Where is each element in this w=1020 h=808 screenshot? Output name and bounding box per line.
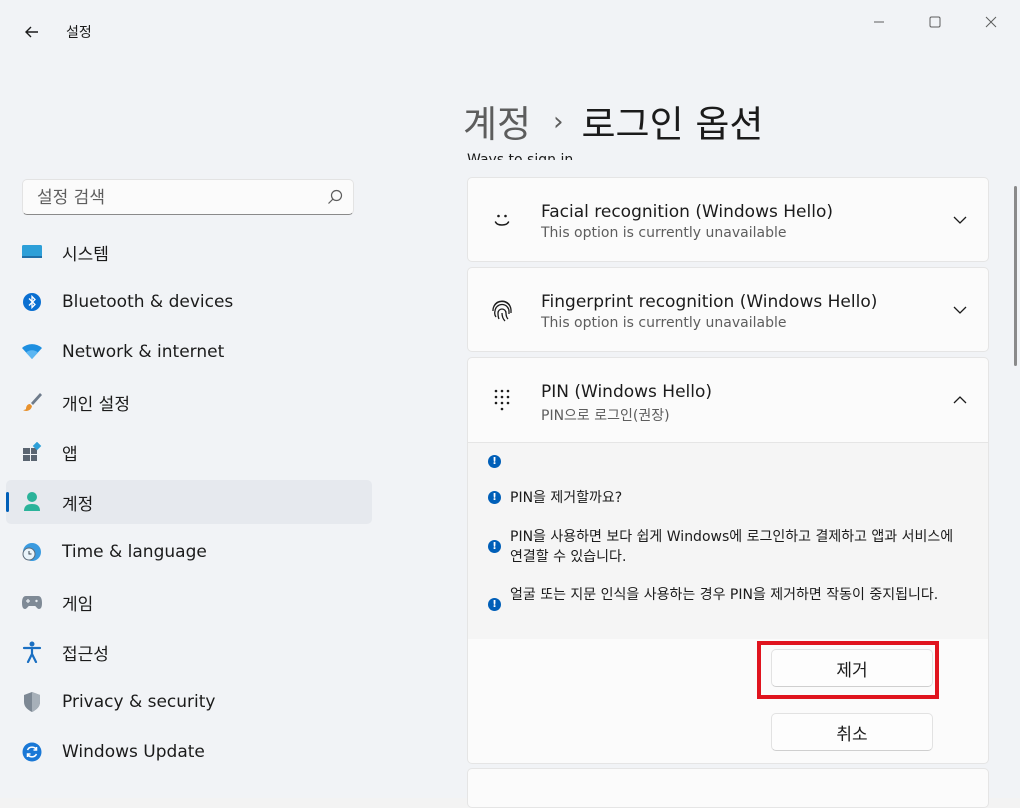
maximize-button[interactable] <box>912 8 958 36</box>
back-button[interactable] <box>18 18 46 46</box>
minimize-icon <box>874 21 884 23</box>
info-icon: ! <box>488 455 501 468</box>
card-subtitle: This option is currently unavailable <box>541 225 787 241</box>
search-box <box>22 179 354 216</box>
sidebar-item-network[interactable]: Network & internet <box>6 330 372 374</box>
active-indicator <box>6 492 9 512</box>
settings-window: 설정 시스템 Bluetooth & devices <box>0 0 1020 808</box>
back-arrow-icon <box>25 26 38 38</box>
info-line: ! <box>488 452 960 468</box>
update-icon <box>20 740 44 764</box>
info-text: 얼굴 또는 지문 인식을 사용하는 경우 PIN을 제거하면 작동이 중지됩니다… <box>510 587 939 603</box>
next-sign-in-card[interactable] <box>467 768 989 808</box>
remove-button[interactable]: 제거 <box>771 649 933 687</box>
card-title: Facial recognition (Windows Hello) <box>541 202 833 222</box>
apps-icon <box>20 440 44 464</box>
close-icon <box>985 16 997 28</box>
chevron-up-icon[interactable] <box>952 392 968 408</box>
fingerprint-icon <box>488 296 516 324</box>
sidebar-item-apps[interactable]: 앱 <box>6 430 372 474</box>
section-heading: Ways to sign in <box>467 152 574 160</box>
card-header[interactable]: Fingerprint recognition (Windows Hello) … <box>468 268 988 352</box>
sidebar-item-label: 접근성 <box>62 644 109 665</box>
sidebar-item-label: Time & language <box>62 542 207 562</box>
title-bar: 설정 <box>0 0 1020 64</box>
face-icon <box>488 206 516 234</box>
minimize-button[interactable] <box>856 8 902 36</box>
pin-card: PIN (Windows Hello) PIN으로 로그인(권장) ! ! PI… <box>467 357 989 764</box>
sidebar-item-label: 앱 <box>62 444 78 465</box>
globe-clock-icon <box>20 540 44 564</box>
sidebar-item-personalization[interactable]: 개인 설정 <box>6 380 372 424</box>
fingerprint-recognition-card[interactable]: Fingerprint recognition (Windows Hello) … <box>467 267 989 352</box>
scrollbar[interactable] <box>1014 186 1017 366</box>
close-button[interactable] <box>968 8 1014 36</box>
info-line: ! 얼굴 또는 지문 인식을 사용하는 경우 PIN을 제거하면 작동이 중지됩… <box>488 585 960 611</box>
gamepad-icon <box>20 590 44 614</box>
breadcrumb: 계정 › 로그인 옵션 <box>463 96 763 146</box>
page-title: 로그인 옵션 <box>581 103 764 146</box>
card-header[interactable]: PIN (Windows Hello) PIN으로 로그인(권장) <box>468 358 988 442</box>
account-icon <box>20 490 44 514</box>
sidebar-nav: 시스템 Bluetooth & devices Network & intern… <box>6 230 372 780</box>
chevron-down-icon[interactable] <box>952 302 968 318</box>
maximize-icon <box>929 16 941 28</box>
search-icon[interactable] <box>327 189 343 205</box>
breadcrumb-separator: › <box>553 107 564 137</box>
sidebar-item-label: 시스템 <box>62 244 109 265</box>
card-title: Fingerprint recognition (Windows Hello) <box>541 292 878 312</box>
sidebar-item-label: Privacy & security <box>62 692 216 712</box>
card-subtitle: This option is currently unavailable <box>541 315 787 331</box>
facial-recognition-card[interactable]: Facial recognition (Windows Hello) This … <box>467 177 989 262</box>
card-subtitle: PIN으로 로그인(권장) <box>541 408 670 424</box>
sidebar-item-accessibility[interactable]: 접근성 <box>6 630 372 674</box>
paintbrush-icon <box>20 390 44 414</box>
breadcrumb-parent[interactable]: 계정 <box>463 94 531 148</box>
sidebar-item-accounts[interactable]: 계정 <box>6 480 372 524</box>
info-icon: ! <box>488 491 501 504</box>
app-title: 설정 <box>66 25 92 41</box>
sidebar-item-label: Bluetooth & devices <box>62 292 234 312</box>
info-icon: ! <box>488 598 501 611</box>
sidebar-item-gaming[interactable]: 게임 <box>6 580 372 624</box>
sidebar-item-label: 계정 <box>62 494 94 515</box>
sidebar-item-time-language[interactable]: Time & language <box>6 530 372 574</box>
card-title: PIN (Windows Hello) <box>541 382 713 402</box>
accessibility-icon <box>20 640 44 664</box>
sidebar-item-system[interactable]: 시스템 <box>6 230 372 274</box>
bluetooth-icon <box>20 290 44 314</box>
info-line: ! PIN을 사용하면 보다 쉽게 Windows에 로그인하고 결제하고 앱과… <box>488 527 960 567</box>
pin-actions: 제거 취소 <box>468 639 988 765</box>
sidebar-item-label: 게임 <box>62 594 94 615</box>
keypad-icon <box>488 386 516 414</box>
sidebar-item-windows-update[interactable]: Windows Update <box>6 730 372 774</box>
sidebar-item-label: 개인 설정 <box>62 394 130 415</box>
info-text: PIN을 제거할까요? <box>510 490 623 506</box>
search-input[interactable] <box>35 180 329 216</box>
chevron-down-icon[interactable] <box>952 212 968 228</box>
system-icon <box>20 240 44 264</box>
info-icon: ! <box>488 540 501 553</box>
cancel-button[interactable]: 취소 <box>771 713 933 751</box>
shield-icon <box>20 690 44 714</box>
sidebar-item-label: Windows Update <box>62 742 205 762</box>
pin-remove-confirmation: ! ! PIN을 제거할까요? ! PIN을 사용하면 보다 쉽게 Window… <box>468 442 988 639</box>
info-text: PIN을 사용하면 보다 쉽게 Windows에 로그인하고 결제하고 앱과 서… <box>510 529 954 565</box>
wifi-icon <box>20 340 44 364</box>
sidebar-item-privacy[interactable]: Privacy & security <box>6 680 372 724</box>
info-line: ! PIN을 제거할까요? <box>488 488 960 508</box>
sidebar-item-label: Network & internet <box>62 342 225 362</box>
sidebar-item-bluetooth[interactable]: Bluetooth & devices <box>6 280 372 324</box>
card-header[interactable]: Facial recognition (Windows Hello) This … <box>468 178 988 262</box>
